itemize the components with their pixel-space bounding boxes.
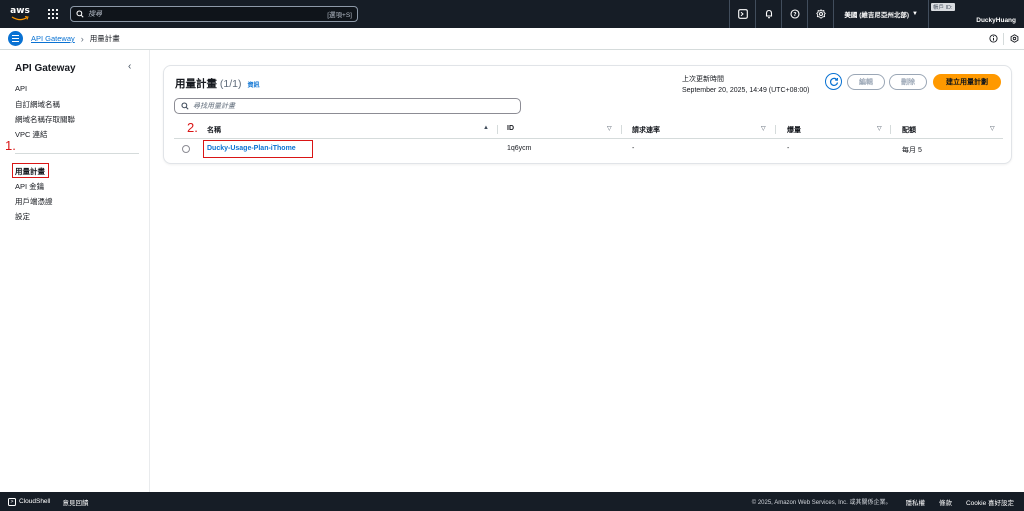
column-divider: [621, 125, 622, 134]
search-placeholder: 搜尋: [88, 11, 102, 18]
refresh-icon: [829, 77, 838, 86]
cookie-preferences-link[interactable]: Cookie 喜好設定: [966, 497, 1014, 507]
filter-placeholder: 尋找用量計畫: [193, 103, 235, 110]
item-count: (1/1): [219, 78, 242, 90]
aws-logo[interactable]: aws: [6, 7, 34, 21]
sort-ascending-icon[interactable]: ▲: [483, 125, 489, 131]
cloudshell-label: CloudShell: [19, 498, 51, 505]
sidebar-item-api[interactable]: API: [15, 84, 27, 93]
info-icon[interactable]: [983, 28, 1003, 50]
settings-gear-icon[interactable]: [807, 0, 833, 28]
sidebar-item-client-certs[interactable]: 用戶端憑證: [15, 196, 53, 207]
usage-plans-table-container: 用量計畫 (1/1) 資訊 上次更新時間 September 20, 2025,…: [163, 65, 1012, 164]
sidebar-item-vpc-link[interactable]: VPC 連結: [15, 129, 48, 140]
annotation-highlight-usage-plans: [12, 163, 49, 178]
delete-button[interactable]: 刪除: [889, 74, 927, 90]
column-header-burst[interactable]: 爆量: [787, 125, 801, 135]
breadcrumb-current: 用量計畫: [89, 34, 120, 43]
usage-plan-burst: -: [787, 145, 790, 152]
breadcrumb-bar: API Gateway › 用量計畫: [0, 28, 1024, 50]
search-icon: [181, 102, 189, 110]
sidebar-item-custom-domain[interactable]: 自訂網域名稱: [15, 99, 60, 110]
help-icon[interactable]: ?: [781, 0, 807, 28]
sidebar-divider: [15, 153, 139, 154]
account-id-label: 帳戶 ID:: [931, 3, 955, 11]
collapse-chevron-left-icon[interactable]: ‹: [128, 61, 131, 72]
account-menu[interactable]: 帳戶 ID: DuckyHuang: [928, 0, 1024, 28]
table-row[interactable]: Ducky-Usage-Plan-iThome 1q6ycm - - 每月 5: [174, 139, 1003, 159]
sort-toggle-icon[interactable]: ▽: [877, 125, 882, 132]
copyright-text: © 2025, Amazon Web Services, Inc. 或其關係企業…: [751, 500, 892, 506]
column-divider: [497, 125, 498, 134]
create-usage-plan-button[interactable]: 建立用量計劃: [933, 74, 1001, 90]
sidebar-item-domain-access[interactable]: 網域名稱存取關聯: [15, 114, 75, 125]
sort-toggle-icon[interactable]: ▽: [990, 125, 995, 132]
side-navigation: API Gateway ‹ API 自訂網域名稱 網域名稱存取關聯 VPC 連結…: [0, 50, 150, 492]
top-navigation: aws 搜尋 [選項+S] ? 美國 (維吉尼亞州北部) ▼ 帳戶 ID: Du…: [0, 0, 1024, 28]
column-divider: [775, 125, 776, 134]
services-grid-icon[interactable]: [42, 0, 64, 28]
sidebar-item-api-keys[interactable]: API 金鑰: [15, 181, 44, 192]
table-header: 2. 名稱 ▲ ID ▽ 請求速率 ▽ 爆量 ▽ 配額 ▽: [174, 120, 1003, 139]
annotation-step-2: 2.: [187, 120, 198, 135]
usage-plan-rate: -: [632, 145, 635, 152]
region-label: 美國 (維吉尼亞州北部): [844, 12, 910, 19]
refresh-button[interactable]: [825, 73, 842, 90]
svg-text:?: ?: [793, 12, 796, 18]
filter-usage-plans-input[interactable]: 尋找用量計畫: [174, 98, 521, 114]
edit-button[interactable]: 編輯: [847, 74, 885, 90]
usage-plan-quota: 每月 5: [902, 147, 922, 154]
column-divider: [890, 125, 891, 134]
column-header-id[interactable]: ID: [507, 125, 514, 132]
preferences-icon[interactable]: [1004, 28, 1024, 50]
search-icon: [76, 10, 84, 18]
search-shortcut: [選項+S]: [327, 12, 352, 19]
region-selector[interactable]: 美國 (維吉尼亞州北部) ▼: [833, 0, 928, 28]
sort-toggle-icon[interactable]: ▽: [761, 125, 766, 132]
menu-hamburger-icon[interactable]: [8, 31, 23, 46]
panel-title: 用量計畫: [175, 78, 217, 90]
terms-link[interactable]: 條款: [939, 497, 952, 507]
terminal-icon: >: [8, 497, 16, 506]
global-search-input[interactable]: 搜尋 [選項+S]: [70, 6, 358, 22]
cloudshell-button[interactable]: > CloudShell: [8, 497, 51, 506]
username: DuckyHuang: [976, 17, 1016, 24]
column-header-quota[interactable]: 配額: [902, 125, 916, 135]
footer: > CloudShell 意見回饋 © 2025, Amazon Web Ser…: [0, 492, 1024, 511]
column-header-rate[interactable]: 請求速率: [632, 125, 660, 135]
row-select-radio[interactable]: [182, 145, 190, 153]
feedback-link[interactable]: 意見回饋: [62, 497, 88, 507]
last-updated: 上次更新時間 September 20, 2025, 14:49 (UTC+08…: [682, 74, 809, 96]
info-link[interactable]: 資訊: [247, 83, 259, 89]
annotation-highlight-plan-name: [203, 140, 313, 158]
aws-logo-text: aws: [10, 6, 30, 16]
sidebar-item-settings[interactable]: 設定: [15, 211, 30, 222]
sort-toggle-icon[interactable]: ▽: [607, 125, 612, 132]
last-updated-value: September 20, 2025, 14:49 (UTC+08:00): [682, 87, 810, 94]
annotation-step-1: 1.: [5, 138, 16, 153]
sidebar-title: API Gateway: [15, 63, 76, 74]
breadcrumb-api-gateway-link[interactable]: API Gateway: [31, 34, 75, 43]
privacy-link[interactable]: 隱私權: [905, 497, 925, 507]
column-header-name[interactable]: 名稱: [207, 125, 221, 135]
cloudshell-icon[interactable]: [729, 0, 755, 28]
usage-plan-id: 1q6ycm: [507, 145, 532, 152]
panel-header: 用量計畫 (1/1) 資訊: [175, 76, 259, 91]
chevron-right-icon: ›: [80, 33, 84, 44]
caret-down-icon: ▼: [912, 11, 918, 17]
notifications-bell-icon[interactable]: [755, 0, 781, 28]
last-updated-label: 上次更新時間: [682, 76, 724, 83]
